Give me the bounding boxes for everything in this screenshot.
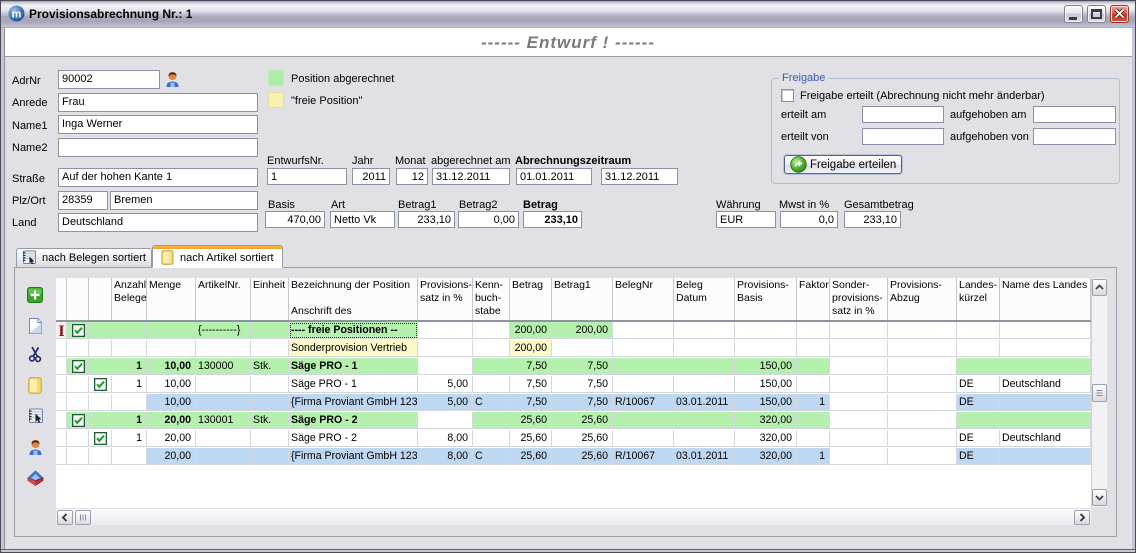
svg-text:m: m [12,9,22,21]
